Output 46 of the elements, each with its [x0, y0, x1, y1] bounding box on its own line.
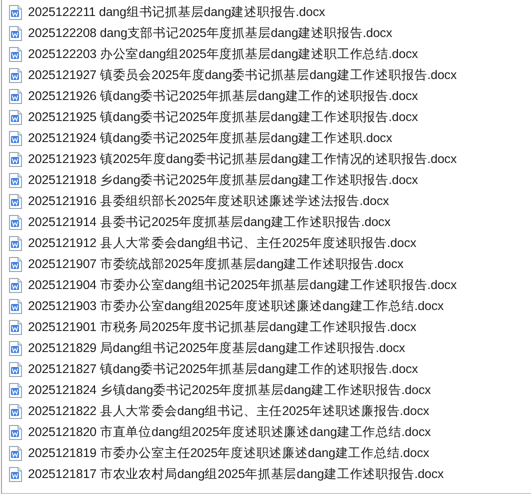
word-document-icon — [9, 89, 22, 104]
word-document-icon — [9, 47, 22, 62]
file-name[interactable]: 2025121923 镇2025年度dang委书记抓基层dang建工作情况的述职报告.docx — [28, 151, 457, 168]
word-document-icon — [9, 257, 22, 272]
file-name[interactable]: 2025121907 市委统战部2025年度抓基层dang建工作述职报告.docx — [28, 256, 404, 273]
file-name[interactable]: 2025121824 乡镇dang委书记2025年度抓基层dang建工作述职报告.docx — [28, 382, 431, 399]
word-document-icon — [9, 110, 22, 125]
file-name[interactable]: 2025121819 市委办公室主任2025年度述职述廉述dang建工作总结.docx — [28, 445, 430, 462]
word-document-icon — [9, 446, 22, 461]
file-name[interactable]: 2025121820 市直单位dang组2025年度述职述廉述dang建工作总结.docx — [28, 424, 431, 441]
word-document-icon — [9, 173, 22, 188]
word-document-icon — [9, 68, 22, 83]
file-name[interactable]: 2025121822 县人大常委会dang组书记、主任2025年述职述廉报告.docx — [28, 403, 430, 420]
file-name[interactable]: 2025121817 市农业农村局dang组2025年抓基层dang建工作述职报告.docx — [28, 466, 444, 483]
file-name[interactable]: 2025121926 镇dang委书记2025年抓基层dang建工作的述职报告.docx — [28, 88, 418, 105]
file-name[interactable]: 2025122211 dang组书记抓基层dang建述职报告.docx — [28, 4, 326, 21]
file-name[interactable]: 2025121903 市委办公室dang组2025年度述职述廉述dang建工作总结.docx — [28, 298, 444, 315]
file-name[interactable]: 2025121912 县人大常委会dang组书记、主任2025年度述职报告.docx — [28, 235, 416, 252]
file-name[interactable]: 2025121918 乡dang委书记2025年度抓基层dang建工作述职报告.docx — [28, 172, 418, 189]
word-document-icon — [9, 404, 22, 419]
file-name[interactable]: 2025121916 县委组织部长2025年度述职述廉述学述法报告.docx — [28, 193, 389, 210]
word-document-icon — [9, 215, 22, 230]
word-document-icon — [9, 467, 22, 482]
word-document-icon — [9, 5, 22, 20]
file-name[interactable]: 2025121924 镇dang委书记2025年度抓基层dang建工作述职.docx — [28, 130, 392, 147]
file-name[interactable]: 2025121827 镇dang委书记2025年抓基层dang建工作的述职报告.docx — [28, 361, 418, 378]
word-document-icon — [9, 320, 22, 335]
word-document-icon — [9, 299, 22, 314]
file-name[interactable]: 2025122208 dang支部书记2025年度抓基层dang建述职报告.docx — [28, 25, 392, 42]
word-document-icon — [9, 278, 22, 293]
file-name[interactable]: 2025121829 局dang组书记2025年度基层dang建工作述职报告.docx — [28, 340, 405, 357]
word-document-icon — [9, 152, 22, 167]
word-document-icon — [9, 26, 22, 41]
file-name[interactable]: 2025122203 办公室dang组2025年度抓基层dang建述职工作总结.docx — [28, 46, 418, 63]
file-name[interactable]: 2025121904 市委办公室dang组书记2025年抓基层dang建工作述职报告.docx — [28, 277, 457, 294]
word-document-icon — [9, 131, 22, 146]
file-name[interactable]: 2025121927 镇委员会2025年度dang委书记抓基层dang建工作述职报告.docx — [28, 67, 457, 84]
word-document-icon — [9, 194, 22, 209]
file-name[interactable]: 2025121914 县委书记2025年度抓基层dang建工作述职报告.docx — [28, 214, 390, 231]
word-document-icon — [9, 236, 22, 251]
file-name[interactable]: 2025121901 市税务局2025年度书记抓基层dang建工作述职报告.docx — [28, 319, 416, 336]
word-document-icon — [9, 425, 22, 440]
word-document-icon — [9, 341, 22, 356]
file-name[interactable]: 2025121925 镇dang委书记2025年度抓基层dang建工作述职报告.docx — [28, 109, 418, 126]
word-document-icon — [9, 383, 22, 398]
word-document-icon — [9, 362, 22, 377]
